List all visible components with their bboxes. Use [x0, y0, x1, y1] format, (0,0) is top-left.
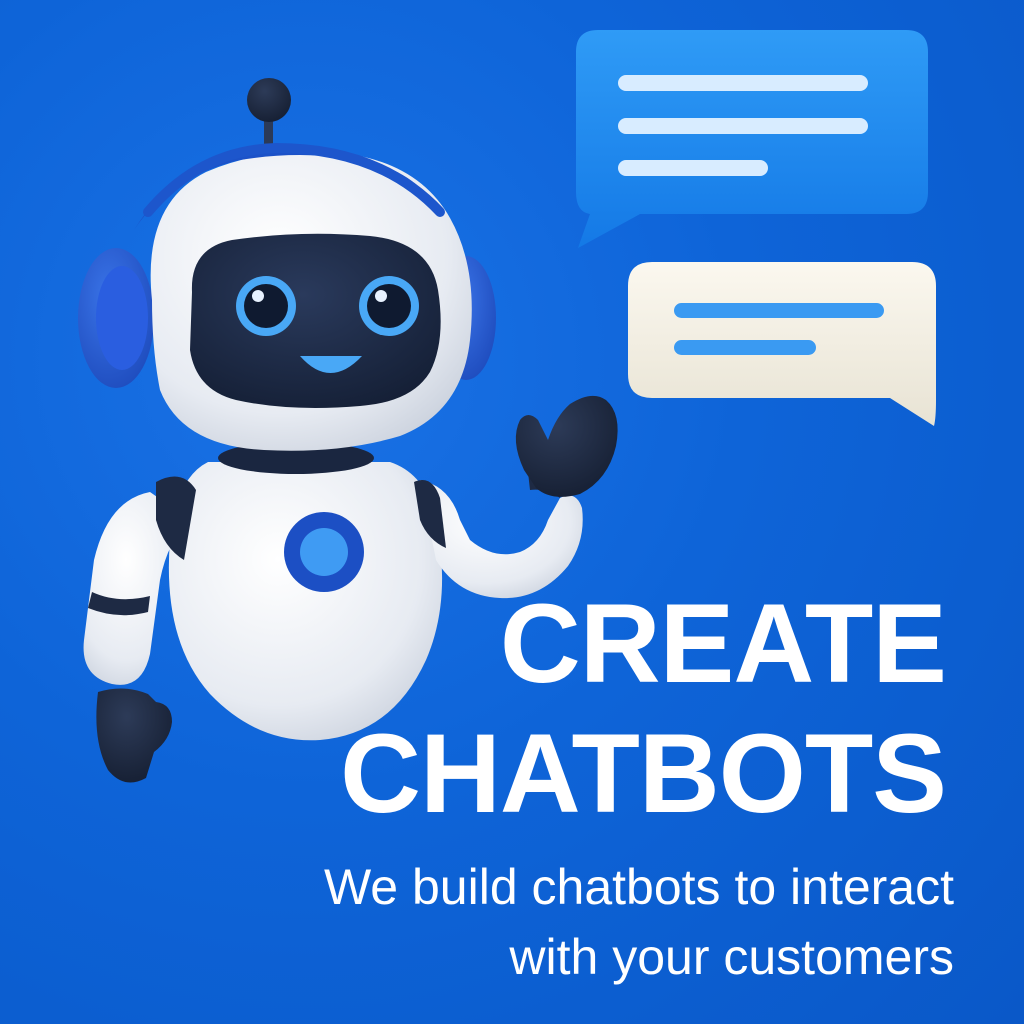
- tagline-line-1: We build chatbots to interact: [324, 859, 954, 915]
- tagline-line-2: with your customers: [509, 929, 954, 985]
- headline-line-1: CREATE: [499, 581, 947, 706]
- poster-canvas: CREATE CHATBOTS We build chatbots to int…: [0, 0, 1024, 1024]
- chat-bubble-blue-icon: [576, 30, 928, 248]
- chat-bubble-cream-icon: [628, 262, 936, 426]
- headline-line-2: CHATBOTS: [340, 711, 947, 836]
